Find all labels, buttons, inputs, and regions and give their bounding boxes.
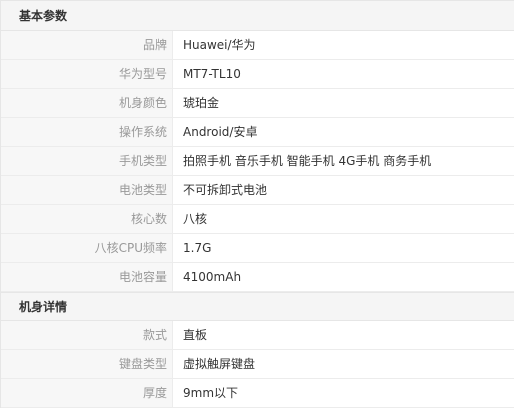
spec-row-style: 款式 直板 — [1, 321, 514, 350]
spec-row-thickness: 厚度 9mm以下 — [1, 379, 514, 408]
spec-value: 直板 — [183, 328, 208, 342]
spec-row-os: 操作系统 Android/安卓 — [1, 118, 514, 147]
spec-table: 基本参数 品牌 Huawei/华为 华为型号 MT7-TL10 机身颜色 琥珀金… — [0, 0, 514, 408]
spec-row-model: 华为型号 MT7-TL10 — [1, 60, 514, 89]
section-header-basic-params: 基本参数 — [1, 0, 514, 31]
spec-label: 华为型号 — [1, 60, 173, 88]
spec-row-battery-type: 电池类型 不可拆卸式电池 — [1, 176, 514, 205]
spec-value: Android/安卓 — [183, 125, 258, 139]
spec-label: 厚度 — [1, 379, 173, 407]
spec-row-color: 机身颜色 琥珀金 — [1, 89, 514, 118]
spec-value: 9mm以下 — [183, 386, 239, 400]
spec-row-cpu-freq: 八核CPU频率 1.7G — [1, 234, 514, 263]
spec-value: 1.7G — [183, 241, 212, 255]
spec-row-cores: 核心数 八核 — [1, 205, 514, 234]
spec-label: 八核CPU频率 — [1, 234, 173, 262]
spec-label: 手机类型 — [1, 147, 173, 175]
spec-value: 不可拆卸式电池 — [183, 183, 268, 197]
spec-row-phone-type: 手机类型 拍照手机 音乐手机 智能手机 4G手机 商务手机 — [1, 147, 514, 176]
spec-value: MT7-TL10 — [183, 67, 241, 81]
spec-label: 电池容量 — [1, 263, 173, 291]
spec-value: 拍照手机 音乐手机 智能手机 4G手机 商务手机 — [183, 154, 432, 168]
spec-label: 款式 — [1, 321, 173, 349]
spec-label: 核心数 — [1, 205, 173, 233]
spec-value: 八核 — [183, 212, 208, 226]
spec-label: 电池类型 — [1, 176, 173, 204]
spec-label: 机身颜色 — [1, 89, 173, 117]
spec-label: 操作系统 — [1, 118, 173, 146]
spec-value: 虚拟触屏键盘 — [183, 357, 256, 371]
spec-value: 琥珀金 — [183, 96, 220, 110]
spec-label: 品牌 — [1, 31, 173, 59]
spec-row-battery-capacity: 电池容量 4100mAh — [1, 263, 514, 292]
spec-row-keyboard-type: 键盘类型 虚拟触屏键盘 — [1, 350, 514, 379]
section-header-body-details: 机身详情 — [1, 292, 514, 321]
spec-row-brand: 品牌 Huawei/华为 — [1, 31, 514, 60]
spec-value: Huawei/华为 — [183, 38, 256, 52]
spec-value: 4100mAh — [183, 270, 242, 284]
spec-label: 键盘类型 — [1, 350, 173, 378]
